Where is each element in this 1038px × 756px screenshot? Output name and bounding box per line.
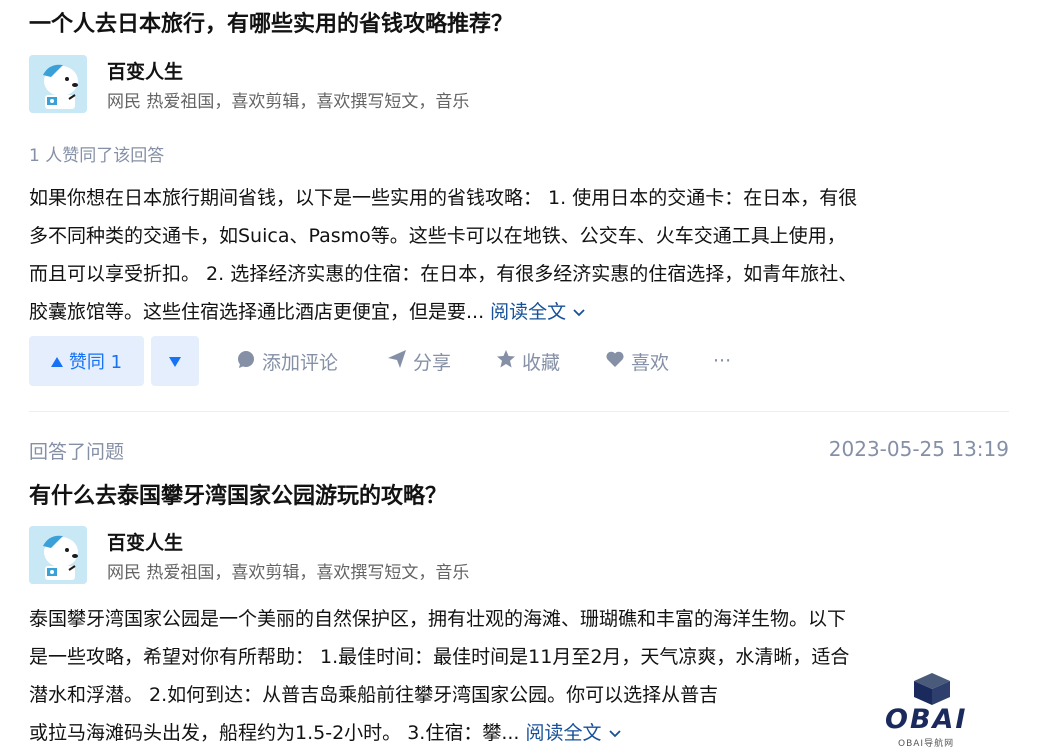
star-icon — [496, 349, 516, 374]
triangle-down-icon — [169, 352, 181, 371]
author-name[interactable]: 百变人生 — [107, 528, 183, 555]
downvote-button[interactable] — [151, 336, 199, 386]
read-more-label: 阅读全文 — [490, 301, 567, 323]
cube-logo-icon — [914, 673, 950, 705]
watermark-subtext: OBAI导航网 — [898, 739, 955, 749]
like-label: 喜欢 — [631, 351, 670, 374]
share-label: 分享 — [413, 351, 452, 374]
comment-label: 添加评论 — [262, 351, 339, 374]
answer-content-2[interactable]: 泰国攀牙湾国家公园是一个美丽的自然保护区，拥有壮观的海滩、珊瑚礁和丰富的海洋生物… — [29, 600, 1014, 752]
content-line: 泰国攀牙湾国家公园是一个美丽的自然保护区，拥有壮观的海滩、珊瑚礁和丰富的海洋生物… — [29, 608, 847, 630]
read-more-label: 阅读全文 — [525, 722, 602, 744]
comment-button[interactable]: 添加评论 — [236, 336, 338, 386]
author-bio: 网民 热爱祖国，喜欢剪辑，喜欢撰写短文，音乐 — [107, 92, 470, 112]
author-card-2: 百变人生 网民 热爱祖国，喜欢剪辑，喜欢撰写短文，音乐 — [29, 526, 729, 586]
read-more-link[interactable]: 阅读全文 — [490, 301, 586, 323]
comment-icon — [236, 349, 256, 374]
chevron-down-icon — [572, 301, 586, 323]
question-title-2[interactable]: 有什么去泰国攀牙湾国家公园游玩的攻略？ — [29, 482, 447, 512]
collect-label: 收藏 — [522, 351, 561, 374]
content-line-text: 或拉马海滩码头出发，船程约为1.5-2小时。 3.住宿：攀... — [29, 722, 520, 744]
share-icon — [387, 349, 407, 374]
heart-icon — [605, 349, 625, 374]
divider — [29, 411, 1009, 412]
content-line: 多不同种类的交通卡，如Suica、Pasmo等。这些卡可以在地铁、公交车、火车交… — [29, 225, 846, 247]
share-button[interactable]: 分享 — [387, 336, 451, 386]
content-line-last: 或拉马海滩码头出发，船程约为1.5-2小时。 3.住宿：攀... 阅读全文 — [29, 714, 1014, 752]
more-button[interactable]: ··· — [713, 336, 731, 386]
chevron-down-icon — [608, 722, 622, 744]
content-line-last: 胶囊旅馆等。这些住宿选择通比酒店更便宜，但是要... 阅读全文 — [29, 293, 1014, 331]
avatar[interactable] — [29, 55, 87, 113]
question-title-1[interactable]: 一个人去日本旅行，有哪些实用的省钱攻略推荐？ — [29, 10, 513, 40]
collect-button[interactable]: 收藏 — [496, 336, 560, 386]
author-name[interactable]: 百变人生 — [107, 57, 183, 84]
author-card-1: 百变人生 网民 热爱祖国，喜欢剪辑，喜欢撰写短文，音乐 — [29, 55, 729, 115]
activity-label: 回答了问题 — [29, 441, 125, 463]
content-line: 而且可以享受折扣。 2. 选择经济实惠的住宿：在日本，有很多经济实惠的住宿选择，… — [29, 263, 858, 285]
action-bar: 赞同 1 添加评论 分享 收藏 喜欢 ··· — [29, 336, 789, 386]
timestamp[interactable]: 2023-05-25 13:19 — [829, 437, 1009, 461]
content-line: 是一些攻略，希望对你有所帮助： 1.最佳时间：最佳时间是11月至2月，天气凉爽，… — [29, 646, 850, 668]
answer-content-1[interactable]: 如果你想在日本旅行期间省钱，以下是一些实用的省钱攻略： 1. 使用日本的交通卡：… — [29, 179, 1014, 331]
vote-count: 1 人赞同了该回答 — [29, 146, 165, 166]
avatar[interactable] — [29, 526, 87, 584]
upvote-label: 赞同 1 — [68, 352, 123, 373]
watermark-text: OBAI — [885, 704, 968, 735]
read-more-link[interactable]: 阅读全文 — [526, 722, 622, 744]
like-button[interactable]: 喜欢 — [605, 336, 669, 386]
watermark-logo: OBAI OBAI导航网 — [880, 672, 990, 752]
author-bio: 网民 热爱祖国，喜欢剪辑，喜欢撰写短文，音乐 — [107, 563, 470, 583]
upvote-button[interactable]: 赞同 1 — [29, 336, 144, 386]
content-line: 潜水和浮潜。 2.如何到达：从普吉岛乘船前往攀牙湾国家公园。你可以选择从普吉 — [29, 684, 719, 706]
more-label: ··· — [713, 350, 732, 372]
triangle-up-icon — [50, 351, 63, 372]
content-line-text: 胶囊旅馆等。这些住宿选择通比酒店更便宜，但是要... — [29, 301, 485, 323]
content-line: 如果你想在日本旅行期间省钱，以下是一些实用的省钱攻略： 1. 使用日本的交通卡：… — [29, 187, 858, 209]
